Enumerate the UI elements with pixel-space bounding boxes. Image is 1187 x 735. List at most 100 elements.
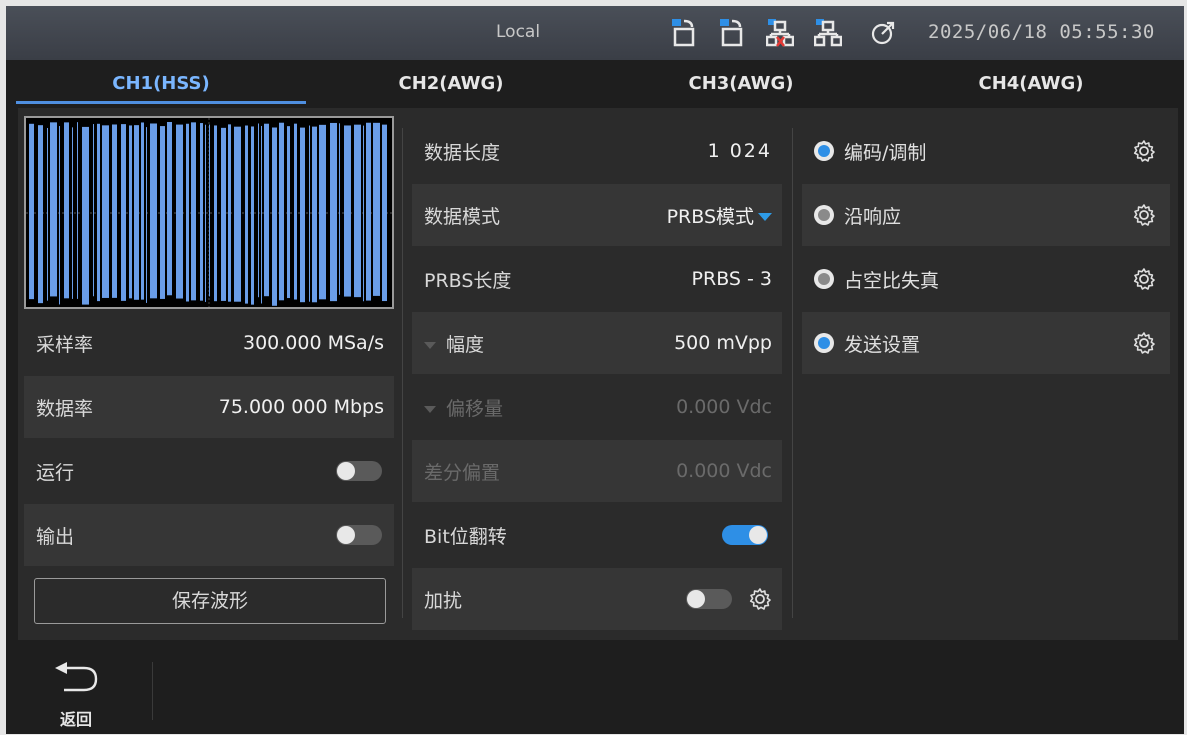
option-settings-gear-icon[interactable]: [1132, 267, 1156, 291]
bit-flip-label: Bit位翻转: [424, 525, 507, 548]
waveform-pulse: [121, 124, 126, 301]
waveform-pulse: [312, 126, 317, 303]
waveform-pulse: [72, 127, 73, 299]
tab-ch4[interactable]: CH4(AWG): [886, 62, 1176, 106]
waveform-pulse: [64, 122, 69, 299]
tab-ch1[interactable]: CH1(HSS): [16, 62, 306, 106]
output-row: 输出: [24, 504, 394, 566]
data-length-label: 数据长度: [424, 141, 501, 164]
lan-disconnected-icon[interactable]: [766, 18, 794, 48]
waveform-pulse: [264, 123, 269, 297]
run-toggle[interactable]: [336, 461, 382, 481]
waveform-pulse: [339, 123, 340, 295]
waveform-pulse: [354, 124, 361, 298]
bit-flip-toggle[interactable]: [722, 525, 768, 545]
date-time: 2025/06/18 05:55:30: [928, 21, 1155, 43]
option-settings-gear-icon[interactable]: [1132, 331, 1156, 355]
expand-arrow-icon: [424, 405, 436, 413]
usb-host-icon[interactable]: [670, 18, 698, 48]
waveform-pulse: [112, 124, 117, 298]
sample-rate-value: 300.000 MSa/s: [242, 332, 384, 354]
waveform-pulse: [146, 127, 147, 303]
sample-rate-label: 采样率: [36, 333, 94, 356]
tab-ch2[interactable]: CH2(AWG): [306, 62, 596, 106]
waveform-pulse: [167, 122, 172, 296]
waveform-plot: [26, 118, 392, 307]
waveform-pulse: [319, 124, 326, 300]
waveform-pulse: [59, 126, 60, 305]
status-bar: Local 2025/06/18 05:55:30: [6, 6, 1184, 60]
bit-flip-row: Bit位翻转: [412, 504, 782, 566]
waveform-pulse: [373, 122, 380, 296]
data-mode-label: 数据模式: [424, 205, 501, 228]
waveform-pulse: [160, 126, 165, 299]
option-radio[interactable]: [814, 141, 834, 161]
waveform-pulse: [186, 123, 189, 302]
waveform-pulse: [97, 123, 100, 302]
column-divider: [402, 128, 403, 618]
bottom-bar: 返回: [6, 646, 1184, 734]
option-row[interactable]: 发送设置: [802, 312, 1170, 374]
back-button[interactable]: 返回: [36, 660, 116, 730]
waveform-pulse: [50, 122, 57, 297]
data-rate-row[interactable]: 数据率 75.000 000 Mbps: [24, 376, 394, 438]
waveform-pulse: [294, 123, 297, 300]
reference-clock-icon[interactable]: [870, 20, 896, 46]
option-row[interactable]: 编码/调制: [802, 120, 1170, 182]
waveform-pulse: [258, 123, 259, 298]
back-arrow-icon: [55, 662, 98, 692]
waveform-pulse: [134, 125, 139, 300]
data-mode-select[interactable]: PRBS模式: [667, 202, 772, 229]
data-length-value: 1 024: [707, 140, 772, 162]
dropdown-arrow-icon: [758, 213, 772, 221]
usb-device-icon[interactable]: [718, 18, 746, 48]
column-divider: [792, 128, 793, 618]
data-mode-value: PRBS模式: [666, 205, 754, 228]
waveform-pulse: [77, 122, 78, 299]
waveform-pulse: [344, 125, 351, 297]
expand-arrow-icon[interactable]: [424, 341, 436, 349]
scramble-toggle[interactable]: [686, 589, 732, 609]
waveform-pulse: [38, 125, 43, 304]
waveform-pulse: [191, 122, 196, 301]
waveform-pulse: [102, 125, 109, 298]
data-length-row[interactable]: 数据长度 1 024: [412, 120, 782, 182]
option-row[interactable]: 占空比失真: [802, 248, 1170, 310]
option-radio[interactable]: [814, 205, 834, 225]
output-label: 输出: [36, 525, 75, 548]
scramble-settings-gear-icon[interactable]: [748, 587, 772, 611]
waveform-pulse: [245, 125, 248, 304]
save-waveform-button[interactable]: 保存波形: [34, 578, 386, 624]
waveform-pulse: [228, 124, 231, 302]
amplitude-label: 幅度: [446, 333, 485, 356]
waveform-pulse: [366, 122, 371, 301]
option-settings-gear-icon[interactable]: [1132, 203, 1156, 227]
sample-rate-row[interactable]: 采样率 300.000 MSa/s: [24, 312, 394, 374]
tab-ch3[interactable]: CH3(AWG): [596, 62, 886, 106]
waveform-pulse: [309, 125, 310, 302]
waveform-pulse: [261, 125, 262, 304]
prbs-length-label: PRBS长度: [424, 269, 512, 292]
remote-mode-label: Local: [496, 22, 541, 42]
scramble-label: 加扰: [424, 589, 463, 612]
option-settings-gear-icon[interactable]: [1132, 139, 1156, 163]
waveform-pulse: [29, 123, 34, 300]
scramble-row: 加扰: [412, 568, 782, 630]
amplitude-value: 500 mVpp: [674, 332, 772, 354]
waveform-pulse: [330, 122, 337, 302]
option-row[interactable]: 沿响应: [802, 184, 1170, 246]
lan-icon[interactable]: [814, 18, 842, 48]
data-mode-row[interactable]: 数据模式 PRBS模式: [412, 184, 782, 246]
output-toggle[interactable]: [336, 525, 382, 545]
waveform-pulse: [150, 123, 157, 299]
run-row: 运行: [24, 440, 394, 502]
waveform-pulse: [141, 122, 144, 300]
waveform-pulse: [279, 122, 284, 301]
waveform-pulse: [363, 125, 364, 302]
option-radio[interactable]: [814, 333, 834, 353]
amplitude-row[interactable]: 幅度 500 mVpp: [412, 312, 782, 374]
option-radio[interactable]: [814, 269, 834, 289]
diff-offset-label: 差分偏置: [424, 461, 501, 484]
prbs-length-row[interactable]: PRBS长度 PRBS - 3: [412, 248, 782, 310]
waveform-pulse: [221, 127, 226, 301]
